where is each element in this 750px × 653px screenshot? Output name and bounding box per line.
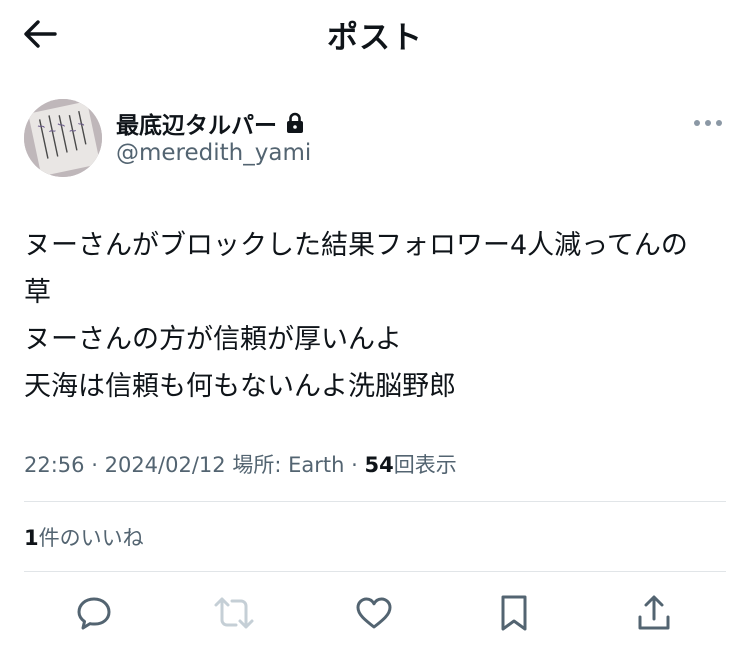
divider (24, 501, 726, 502)
divider (24, 571, 726, 572)
tweet-text: ヌーさんがブロックした結果フォロワー4人減ってんの 草 ヌーさんの方が信頼が厚い… (24, 230, 688, 402)
meta-separator: · (91, 453, 98, 477)
lock-icon (287, 112, 303, 133)
avatar-image (24, 99, 102, 177)
retweet-button[interactable] (212, 590, 256, 636)
like-label: 件のいいね (38, 526, 144, 550)
likes-summary[interactable]: 1件のいいね (24, 522, 144, 552)
top-bar: ポスト (0, 0, 750, 70)
reply-icon (77, 597, 111, 630)
tweet-location: 場所: Earth (232, 453, 345, 477)
page-title: ポスト (327, 20, 423, 56)
share-icon (638, 595, 670, 630)
action-bar (0, 590, 750, 640)
more-options-button[interactable] (690, 111, 726, 135)
reply-button[interactable] (72, 590, 116, 636)
tweet-meta: 22:56 · 2024/02/12 場所: Earth · 54回表示 (24, 449, 457, 479)
display-name[interactable]: 最底辺タルパー (116, 106, 277, 140)
meta-separator: · (351, 453, 358, 477)
like-icon (356, 597, 392, 629)
author-name-row[interactable]: 最底辺タルパー (116, 106, 305, 140)
retweet-icon (214, 597, 254, 629)
like-count: 1 (24, 526, 39, 550)
bookmark-icon (501, 595, 527, 631)
bookmark-button[interactable] (492, 590, 536, 636)
more-dots-icon (694, 120, 722, 126)
view-label: 回表示 (393, 453, 457, 477)
user-handle[interactable]: @meredith_yami (116, 140, 311, 166)
tweet-date[interactable]: 2024/02/12 (105, 453, 226, 477)
view-count: 54 (364, 453, 394, 477)
avatar[interactable] (24, 99, 102, 177)
tweet-time[interactable]: 22:56 (24, 453, 85, 477)
like-button[interactable] (352, 590, 396, 636)
share-button[interactable] (632, 590, 676, 636)
